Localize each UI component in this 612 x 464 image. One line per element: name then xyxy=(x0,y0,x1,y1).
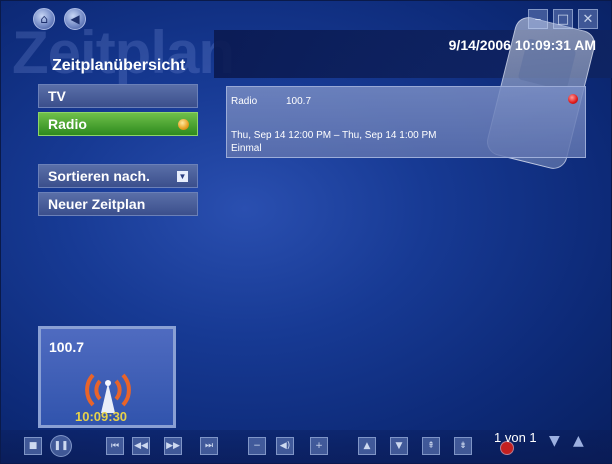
menu-item-radio[interactable]: Radio xyxy=(38,112,198,136)
schedule-time: Thu, Sep 14 12:00 PM – Thu, Sep 14 1:00 … xyxy=(231,130,437,141)
skip-back-button[interactable]: ⏮ xyxy=(106,437,124,455)
maximize-button[interactable]: □ xyxy=(553,9,573,29)
fast-forward-button[interactable]: ▶▶ xyxy=(164,437,182,455)
schedule-item[interactable]: Radio 100.7 Thu, Sep 14 12:00 PM – Thu, … xyxy=(226,86,586,158)
skip-forward-button[interactable]: ⏭ xyxy=(200,437,218,455)
page-up-button[interactable]: ⇞ xyxy=(422,437,440,455)
sort-by-button[interactable]: Sortieren nach. ▼ xyxy=(38,164,198,188)
pause-button[interactable]: ❚❚ xyxy=(50,435,72,457)
menu-item-label: Sortieren nach. xyxy=(48,168,150,184)
home-icon[interactable]: ⌂ xyxy=(33,8,55,30)
minimize-button[interactable]: – xyxy=(528,9,548,29)
current-datetime: 9/14/2006 10:09:31 AM xyxy=(448,37,596,53)
volume-down-button[interactable]: − xyxy=(248,437,266,455)
preview-clock: 10:09:30 xyxy=(75,409,128,424)
stop-button[interactable]: ■ xyxy=(24,437,42,455)
page-down-button[interactable]: ⇟ xyxy=(454,437,472,455)
volume-up-button[interactable]: + xyxy=(310,437,328,455)
page-up-arrow-icon[interactable]: ▲ xyxy=(573,433,584,449)
menu-item-label: TV xyxy=(48,88,66,104)
record-icon xyxy=(178,119,189,130)
menu-item-label: Neuer Zeitplan xyxy=(48,196,146,212)
new-schedule-button[interactable]: Neuer Zeitplan xyxy=(38,192,198,216)
menu-item-tv[interactable]: TV xyxy=(38,84,198,108)
schedule-frequency: 100.7 xyxy=(286,96,312,107)
radio-tower-icon xyxy=(85,373,131,413)
page-down-arrow-icon[interactable]: ▼ xyxy=(549,433,560,449)
preview-frequency: 100.7 xyxy=(49,339,85,355)
mute-button[interactable]: ◀) xyxy=(276,437,294,455)
rewind-button[interactable]: ◀◀ xyxy=(132,437,150,455)
menu-item-label: Radio xyxy=(48,116,87,132)
page-indicator: 1 von 1 xyxy=(494,430,537,445)
preview-window[interactable]: 100.7 10:09:30 xyxy=(38,326,176,428)
schedule-channel: Radio xyxy=(231,96,258,107)
page-title: Zeitplanübersicht xyxy=(52,57,186,74)
channel-down-button[interactable]: ▼ xyxy=(390,437,408,455)
close-button[interactable]: ✕ xyxy=(578,9,598,29)
channel-up-button[interactable]: ▲ xyxy=(358,437,376,455)
back-icon[interactable]: ◀ xyxy=(64,8,86,30)
schedule-recurrence: Einmal xyxy=(231,143,262,154)
chevron-down-icon: ▼ xyxy=(177,171,188,182)
recording-indicator-icon xyxy=(568,94,578,104)
